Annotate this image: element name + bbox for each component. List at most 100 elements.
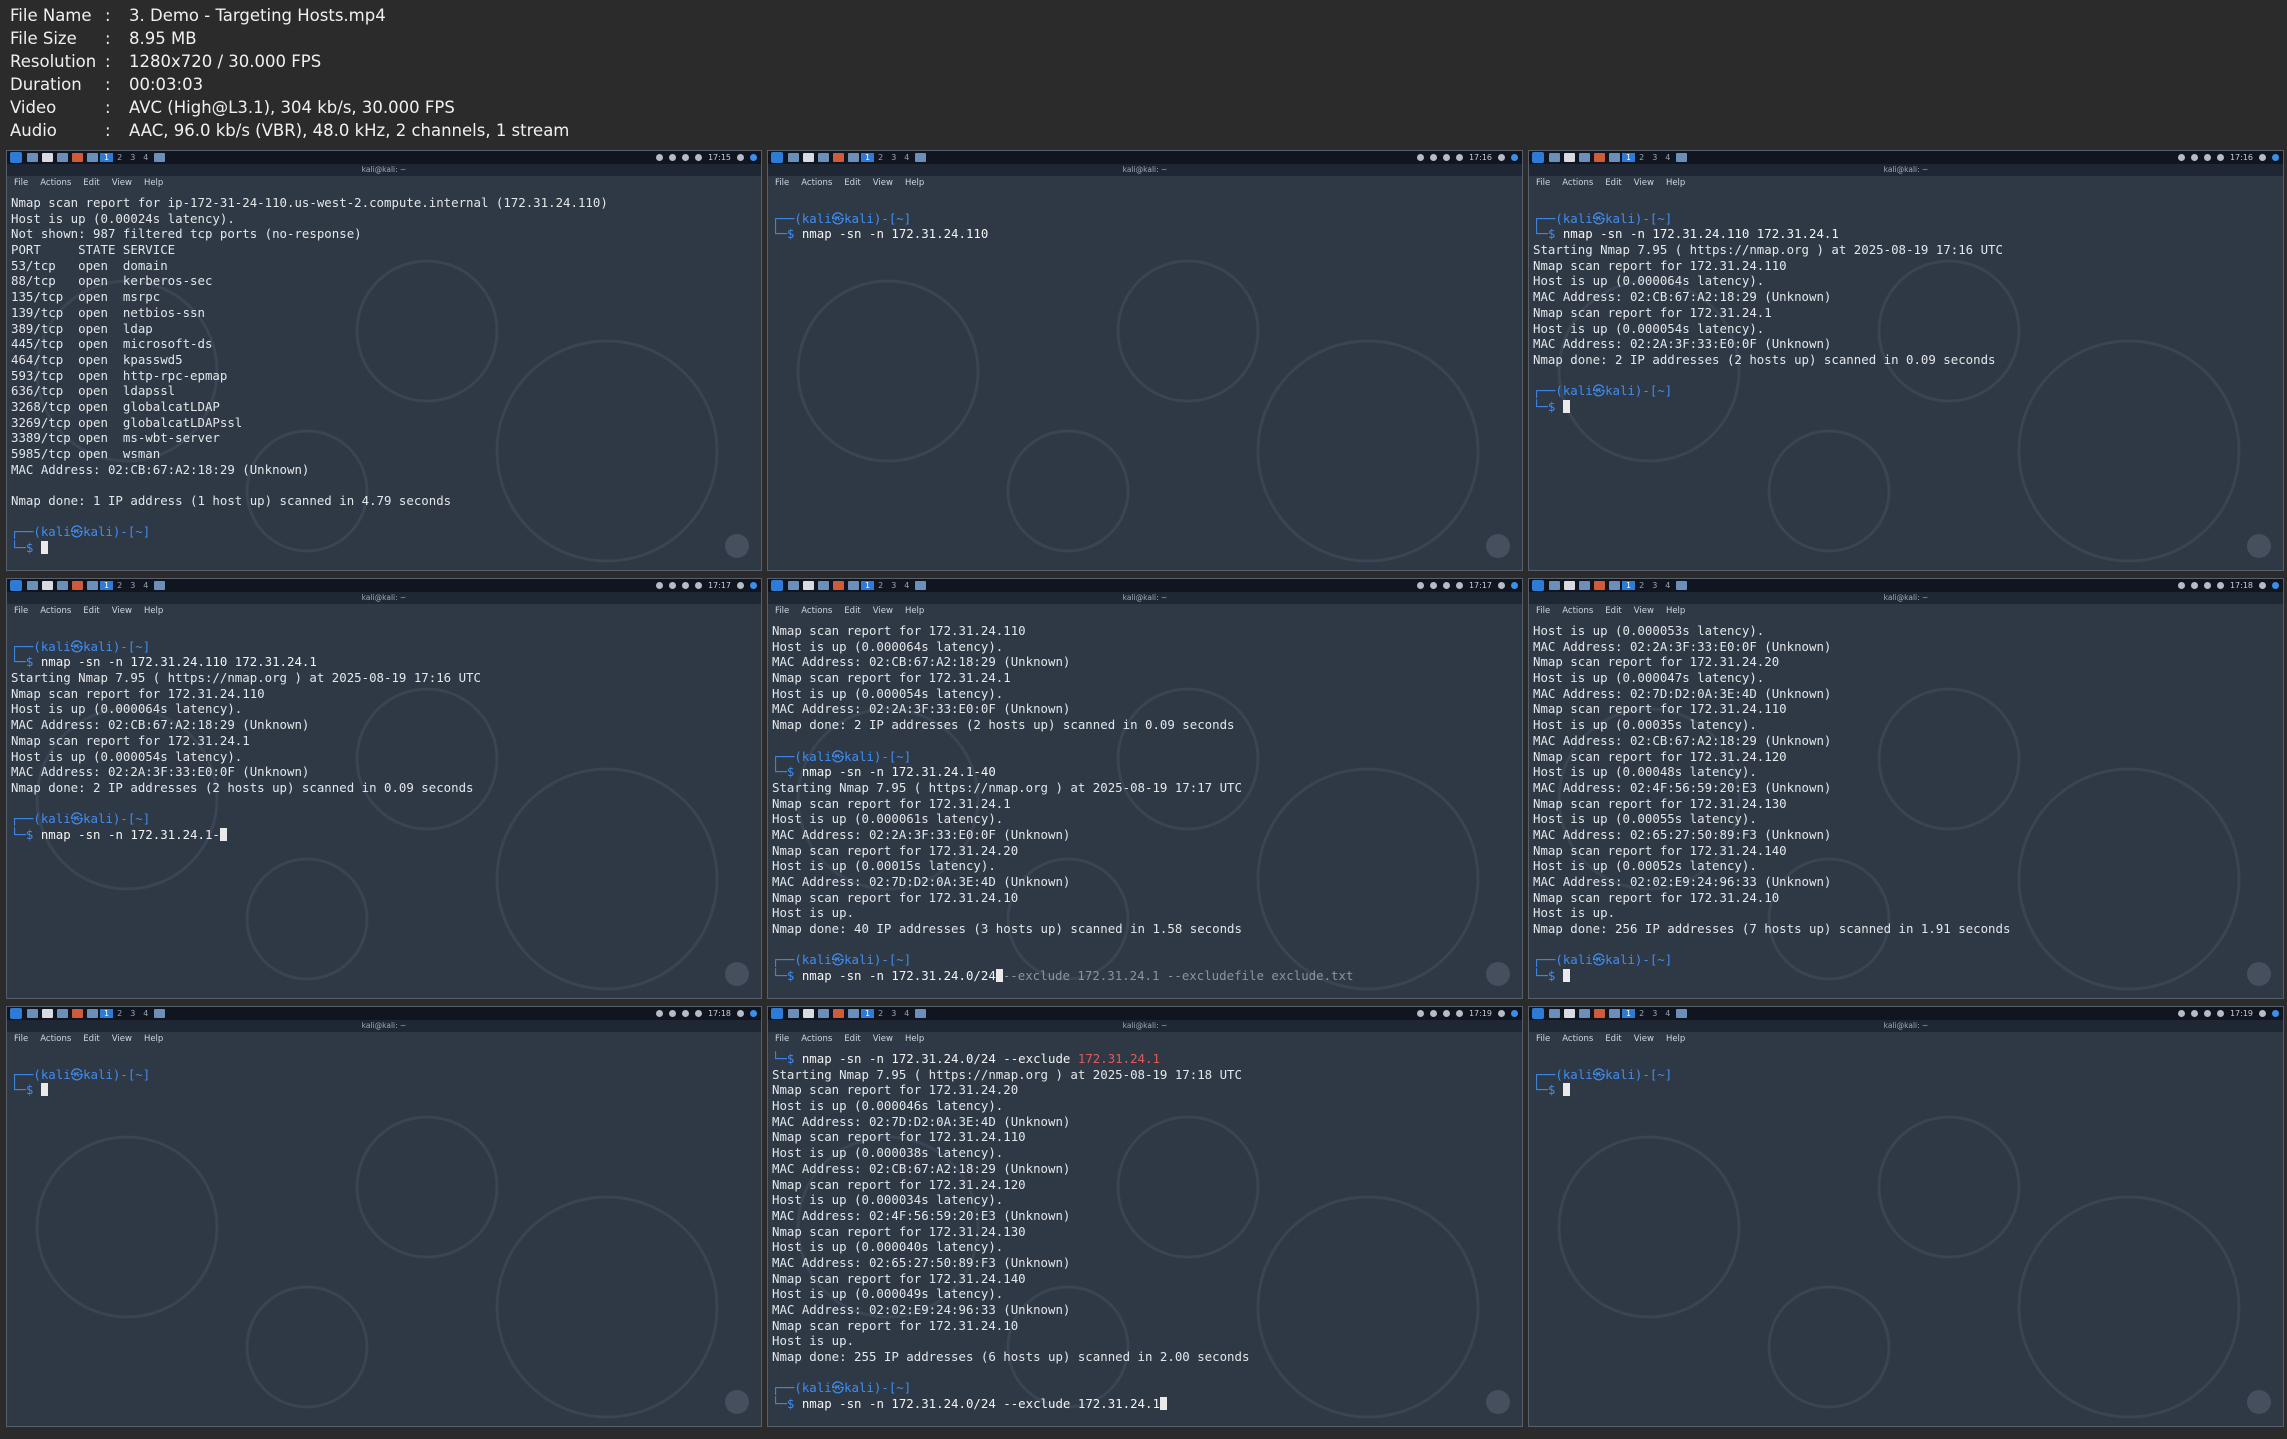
terminal-icon[interactable]: [87, 581, 98, 590]
kali-menu-icon[interactable]: [1532, 152, 1544, 163]
lock-icon[interactable]: [1498, 154, 1505, 161]
kali-menu-icon[interactable]: [1532, 580, 1544, 591]
menu-item-actions[interactable]: Actions: [1562, 1032, 1593, 1046]
screen-record-icon[interactable]: [2247, 534, 2271, 558]
terminal-launcher-icon[interactable]: [788, 1009, 799, 1018]
volume-icon[interactable]: [1429, 154, 1437, 161]
display-icon[interactable]: [655, 582, 663, 589]
notification-bell-icon[interactable]: [2203, 1010, 2211, 1017]
volume-icon[interactable]: [2190, 582, 2198, 589]
files-icon[interactable]: [1564, 153, 1575, 162]
power-icon[interactable]: [750, 1010, 757, 1017]
workspace-button[interactable]: 1: [100, 1009, 114, 1018]
screen-record-icon[interactable]: [725, 534, 749, 558]
terminal-icon[interactable]: [848, 1009, 859, 1018]
terminal-launcher-icon[interactable]: [1549, 153, 1560, 162]
terminal-icon[interactable]: [87, 153, 98, 162]
window-thumbnail-icon[interactable]: [1676, 1009, 1688, 1018]
files-icon[interactable]: [803, 581, 814, 590]
lock-icon[interactable]: [1498, 582, 1505, 589]
workspace-button[interactable]: 2: [874, 581, 887, 590]
kali-menu-icon[interactable]: [10, 580, 22, 591]
notification-bell-icon[interactable]: [681, 582, 689, 589]
terminal-icon[interactable]: [848, 581, 859, 590]
text-editor-icon[interactable]: [818, 581, 829, 590]
notification-bell-icon[interactable]: [1442, 1010, 1450, 1017]
text-editor-icon[interactable]: [57, 1009, 68, 1018]
menu-item-file[interactable]: File: [14, 604, 28, 618]
terminal-launcher-icon[interactable]: [27, 1009, 38, 1018]
menu-item-file[interactable]: File: [1536, 1032, 1550, 1046]
workspace-button[interactable]: 2: [1635, 581, 1648, 590]
volume-icon[interactable]: [668, 1010, 676, 1017]
window-thumbnail-icon[interactable]: [915, 581, 927, 590]
workspace-button[interactable]: 3: [126, 1009, 139, 1018]
menu-item-edit[interactable]: Edit: [83, 176, 99, 190]
network-icon[interactable]: [694, 1010, 702, 1017]
display-icon[interactable]: [1416, 154, 1424, 161]
terminal-launcher-icon[interactable]: [788, 581, 799, 590]
workspace-button[interactable]: 2: [113, 1009, 126, 1018]
window-thumbnail-icon[interactable]: [915, 1009, 927, 1018]
menu-item-actions[interactable]: Actions: [1562, 176, 1593, 190]
terminal-launcher-icon[interactable]: [1549, 581, 1560, 590]
menu-item-actions[interactable]: Actions: [801, 604, 832, 618]
files-icon[interactable]: [803, 1009, 814, 1018]
menu-item-actions[interactable]: Actions: [40, 604, 71, 618]
terminal-output[interactable]: ┌──(kali㉿kali)-[~] └─$ nmap -sn -n 172.31…: [1533, 195, 2273, 566]
terminal-launcher-icon[interactable]: [1549, 1009, 1560, 1018]
power-icon[interactable]: [1511, 1010, 1518, 1017]
menu-item-file[interactable]: File: [1536, 176, 1550, 190]
terminal-launcher-icon[interactable]: [27, 153, 38, 162]
terminal-icon[interactable]: [1609, 153, 1620, 162]
screen-record-icon[interactable]: [1486, 1390, 1510, 1414]
workspace-button[interactable]: 1: [1622, 1009, 1636, 1018]
window-thumbnail-icon[interactable]: [154, 153, 166, 162]
lock-icon[interactable]: [2259, 582, 2266, 589]
power-icon[interactable]: [2272, 1010, 2279, 1017]
lock-icon[interactable]: [1498, 1010, 1505, 1017]
menu-item-help[interactable]: Help: [1666, 1032, 1685, 1046]
browser-icon[interactable]: [72, 581, 83, 590]
network-icon[interactable]: [1455, 1010, 1463, 1017]
workspace-button[interactable]: 1: [861, 581, 875, 590]
menu-item-edit[interactable]: Edit: [1605, 604, 1621, 618]
files-icon[interactable]: [42, 153, 53, 162]
workspace-button[interactable]: 4: [1661, 153, 1674, 162]
menu-item-view[interactable]: View: [112, 604, 132, 618]
menu-item-file[interactable]: File: [14, 176, 28, 190]
power-icon[interactable]: [1511, 154, 1518, 161]
workspace-button[interactable]: 3: [126, 153, 139, 162]
text-editor-icon[interactable]: [57, 153, 68, 162]
text-editor-icon[interactable]: [1579, 581, 1590, 590]
workspace-button[interactable]: 2: [874, 1009, 887, 1018]
network-icon[interactable]: [2216, 1010, 2224, 1017]
browser-icon[interactable]: [1594, 153, 1605, 162]
workspace-button[interactable]: 4: [1661, 581, 1674, 590]
display-icon[interactable]: [2177, 154, 2185, 161]
menu-item-help[interactable]: Help: [144, 176, 163, 190]
menu-item-edit[interactable]: Edit: [844, 604, 860, 618]
files-icon[interactable]: [1564, 581, 1575, 590]
power-icon[interactable]: [2272, 154, 2279, 161]
screen-record-icon[interactable]: [2247, 1390, 2271, 1414]
notification-bell-icon[interactable]: [681, 154, 689, 161]
terminal-output[interactable]: ┌──(kali㉿kali)-[~] └─$: [1533, 1051, 2273, 1422]
display-icon[interactable]: [655, 1010, 663, 1017]
notification-bell-icon[interactable]: [2203, 154, 2211, 161]
display-icon[interactable]: [2177, 582, 2185, 589]
browser-icon[interactable]: [72, 153, 83, 162]
terminal-output[interactable]: ┌──(kali㉿kali)-[~] └─$: [11, 1051, 751, 1422]
workspace-button[interactable]: 2: [1635, 153, 1648, 162]
network-icon[interactable]: [694, 154, 702, 161]
workspace-button[interactable]: 2: [874, 153, 887, 162]
volume-icon[interactable]: [668, 154, 676, 161]
volume-icon[interactable]: [1429, 1010, 1437, 1017]
terminal-output[interactable]: ┌──(kali㉿kali)-[~] └─$ nmap -sn -n 172.31…: [772, 195, 1512, 566]
terminal-output[interactable]: ┌──(kali㉿kali)-[~] └─$ nmap -sn -n 172.31…: [11, 623, 751, 994]
menu-item-edit[interactable]: Edit: [844, 176, 860, 190]
menu-item-edit[interactable]: Edit: [1605, 1032, 1621, 1046]
workspace-button[interactable]: 4: [139, 1009, 152, 1018]
screen-record-icon[interactable]: [725, 962, 749, 986]
kali-menu-icon[interactable]: [1532, 1008, 1544, 1019]
